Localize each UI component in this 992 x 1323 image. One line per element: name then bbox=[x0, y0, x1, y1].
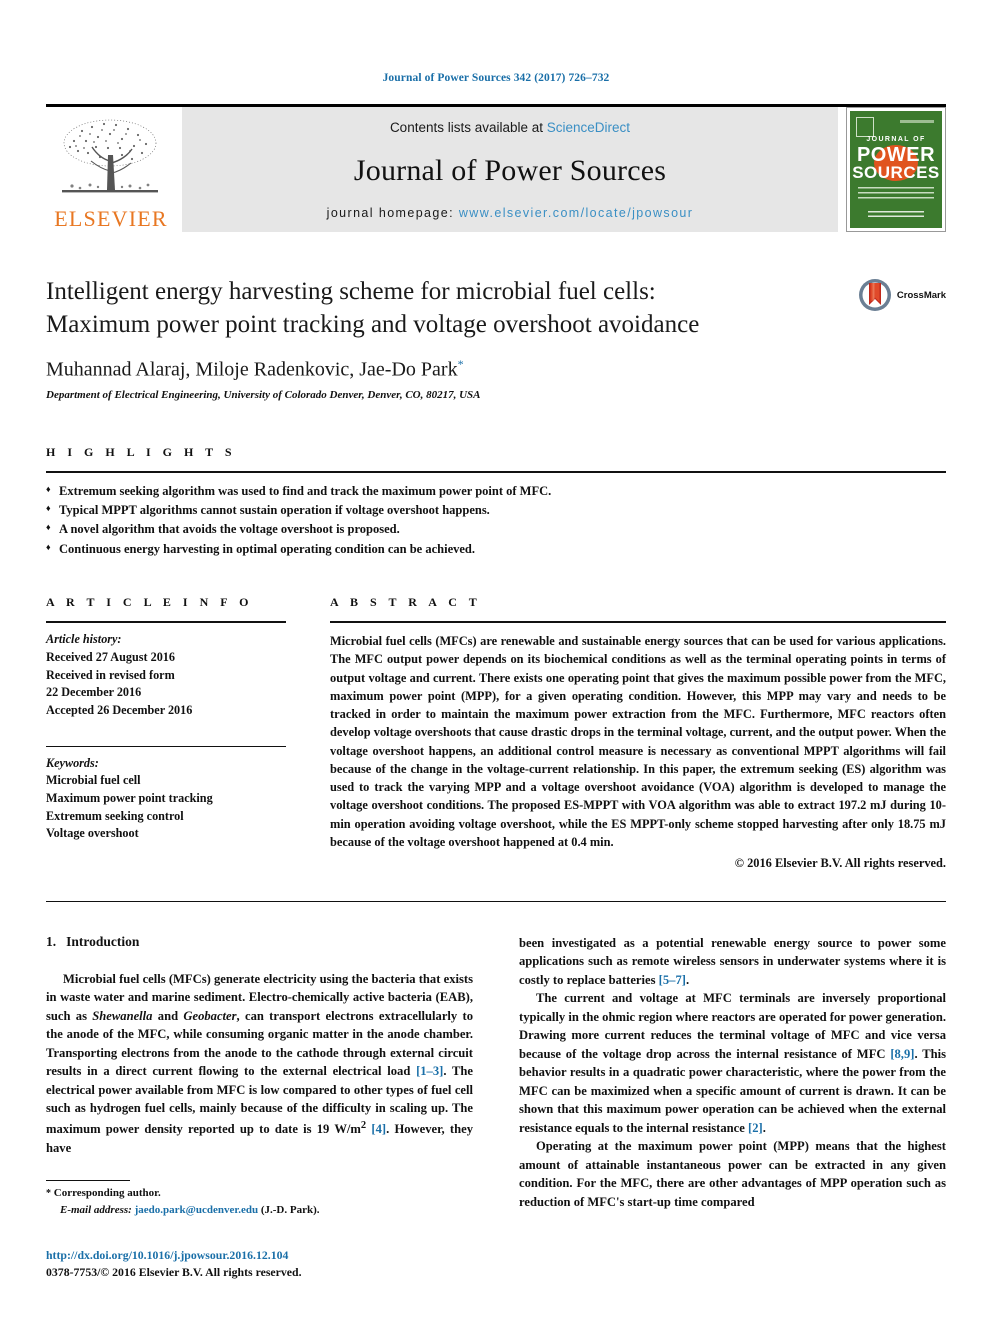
article-info-column: A R T I C L E I N F O Article history: R… bbox=[46, 595, 286, 871]
running-head: Journal of Power Sources 342 (2017) 726–… bbox=[382, 72, 610, 84]
cover-footer-lines bbox=[868, 211, 924, 220]
page-title: Intelligent energy harvesting scheme for… bbox=[46, 276, 826, 341]
author-list: Muhannad Alaraj, Miloje Radenkovic, Jae-… bbox=[46, 357, 826, 382]
footnote-corresponding-line: * Corresponding author. bbox=[46, 1185, 446, 1202]
elsevier-wordmark: ELSEVIER bbox=[54, 206, 168, 231]
section-number: 1. bbox=[46, 933, 57, 949]
abstract-heading: A B S T R A C T bbox=[330, 595, 482, 610]
email-link[interactable]: jaedo.park@ucdenver.edu bbox=[135, 1204, 259, 1216]
intro-paragraph-right-continued: been investigated as a potential renewab… bbox=[519, 934, 946, 990]
author-names: Muhannad Alaraj, Miloje Radenkovic, Jae-… bbox=[46, 358, 458, 381]
cover-top-rule bbox=[900, 120, 934, 123]
history-line: Received in revised form bbox=[46, 667, 175, 682]
article-info-divider bbox=[46, 621, 286, 624]
section-heading-introduction: 1. Introduction bbox=[46, 934, 473, 950]
section-title-text: Introduction bbox=[66, 933, 140, 949]
cover-sources-word: SOURCES bbox=[852, 163, 940, 182]
keyword-item: Maximum power point tracking bbox=[46, 790, 213, 805]
contents-available-line: Contents lists available at ScienceDirec… bbox=[390, 120, 630, 135]
highlights-list: Extremum seeking algorithm was used to f… bbox=[46, 482, 946, 560]
body-column-right: been investigated as a potential renewab… bbox=[519, 934, 946, 1212]
keywords-divider bbox=[46, 745, 286, 747]
citation-link[interactable]: [8,9] bbox=[890, 1047, 914, 1061]
masthead-center-panel: Contents lists available at ScienceDirec… bbox=[182, 107, 838, 232]
text-run: . bbox=[685, 972, 690, 987]
highlights-heading: H I G H L I G H T S bbox=[46, 444, 237, 459]
cover-elsevier-mark bbox=[856, 117, 874, 137]
list-item: Extremum seeking algorithm was used to f… bbox=[46, 482, 946, 501]
keyword-item: Extremum seeking control bbox=[46, 808, 184, 823]
paper-page: Journal of Power Sources 342 (2017) 726–… bbox=[0, 0, 992, 1323]
body-top-rule bbox=[46, 900, 946, 902]
body-column-left: 1. Introduction Microbial fuel cells (MFC… bbox=[46, 934, 473, 1212]
doi-block: http://dx.doi.org/10.1016/j.jpowsour.201… bbox=[46, 1248, 302, 1280]
keyword-item: Microbial fuel cell bbox=[46, 773, 141, 788]
journal-title: Journal of Power Sources bbox=[353, 153, 667, 187]
abstract-text: Microbial fuel cells (MFCs) are renewabl… bbox=[330, 634, 946, 849]
doi-link[interactable]: http://dx.doi.org/10.1016/j.jpowsour.201… bbox=[46, 1248, 302, 1263]
intro-paragraph-right-3: Operating at the maximum power point (MP… bbox=[519, 1139, 946, 1209]
text-run: . bbox=[762, 1120, 766, 1135]
elsevier-logo: ELSEVIER bbox=[46, 107, 176, 232]
crossmark-icon bbox=[858, 279, 891, 311]
article-info-heading: A R T I C L E I N F O bbox=[46, 595, 253, 610]
sciencedirect-link[interactable]: ScienceDirect bbox=[547, 120, 630, 135]
issn-copyright-line: 0378-7753/© 2016 Elsevier B.V. All right… bbox=[46, 1265, 302, 1279]
crossmark-label: CrossMark bbox=[896, 289, 946, 301]
citation-link[interactable]: [2] bbox=[748, 1121, 763, 1135]
cover-journal-of-label: JOURNAL OF bbox=[866, 136, 926, 143]
copyright-line: © 2016 Elsevier B.V. All rights reserved… bbox=[734, 855, 946, 870]
body-columns: 1. Introduction Microbial fuel cells (MFC… bbox=[46, 934, 946, 1212]
highlights-divider bbox=[46, 470, 946, 473]
contents-prefix: Contents lists available at bbox=[389, 120, 547, 135]
text-run-italic: Shewanella bbox=[92, 1008, 153, 1023]
journal-homepage-link[interactable]: www.elsevier.com/locate/jpowsour bbox=[459, 206, 693, 220]
abstract-column: A B S T R A C T Microbial fuel cells (MF… bbox=[330, 595, 946, 871]
corresponding-author-marker: * bbox=[457, 357, 464, 371]
highlights-section: H I G H L I G H T S Extremum seeking alg… bbox=[46, 445, 946, 560]
elsevier-tree-icon bbox=[62, 119, 158, 193]
text-run: been investigated as a potential renewab… bbox=[519, 935, 946, 987]
article-history-block: Article history: Received 27 August 2016… bbox=[46, 631, 286, 719]
history-line: Accepted 26 December 2016 bbox=[46, 702, 193, 717]
list-item: Typical MPPT algorithms cannot sustain o… bbox=[46, 501, 946, 520]
corresponding-author-footnote: * Corresponding author. E-mail address: … bbox=[46, 1180, 446, 1218]
affiliation: Department of Electrical Engineering, Un… bbox=[46, 388, 481, 401]
cover-blurb-lines bbox=[858, 187, 934, 201]
list-item: A novel algorithm that avoids the voltag… bbox=[46, 520, 946, 539]
footnote-star: * bbox=[46, 1188, 51, 1199]
email-label: E-mail address: bbox=[60, 1203, 132, 1216]
footnote-corresponding-text: Corresponding author. bbox=[53, 1187, 161, 1199]
citation-link[interactable]: [1–3] bbox=[416, 1064, 443, 1078]
crossmark-badge[interactable]: CrossMark bbox=[858, 278, 946, 312]
article-history-caption: Article history: bbox=[46, 632, 122, 647]
keywords-caption: Keywords: bbox=[46, 755, 99, 770]
journal-masthead: ELSEVIER Contents lists available at Sci… bbox=[46, 104, 946, 232]
history-line: Received 27 August 2016 bbox=[46, 649, 175, 664]
text-run-italic: Geobacter bbox=[183, 1008, 237, 1023]
journal-cover-thumbnail: JOURNAL OF POWER SOURCES bbox=[846, 107, 946, 232]
title-block: Intelligent energy harvesting scheme for… bbox=[46, 276, 946, 401]
citation-link[interactable]: [5–7] bbox=[659, 973, 686, 987]
abstract-divider bbox=[330, 621, 946, 624]
paper-title-line-1: Intelligent energy harvesting scheme for… bbox=[46, 278, 656, 305]
keyword-item: Voltage overshoot bbox=[46, 826, 139, 841]
footnote-email-line: E-mail address: jaedo.park@ucdenver.edu … bbox=[46, 1202, 446, 1219]
intro-paragraph-left: Microbial fuel cells (MFCs) generate ele… bbox=[46, 970, 473, 1157]
paper-title-line-2: Maximum power point tracking and voltage… bbox=[46, 310, 700, 338]
text-run: The current and voltage at MFC terminals… bbox=[519, 991, 946, 1061]
footnote-rule bbox=[46, 1180, 130, 1181]
keywords-block: Keywords: Microbial fuel cell Maximum po… bbox=[46, 755, 286, 843]
citation-link[interactable]: [4] bbox=[371, 1122, 386, 1136]
journal-homepage-line: journal homepage: www.elsevier.com/locat… bbox=[327, 206, 694, 220]
intro-paragraph-right-2: The current and voltage at MFC terminals… bbox=[519, 989, 946, 1137]
email-owner: (J.-D. Park). bbox=[260, 1203, 320, 1216]
homepage-prefix: journal homepage: bbox=[326, 206, 459, 220]
list-item: Continuous energy harvesting in optimal … bbox=[46, 540, 946, 559]
history-line: 22 December 2016 bbox=[46, 685, 142, 700]
text-run: and bbox=[152, 1008, 184, 1023]
info-abstract-section: A R T I C L E I N F O Article history: R… bbox=[46, 595, 946, 871]
